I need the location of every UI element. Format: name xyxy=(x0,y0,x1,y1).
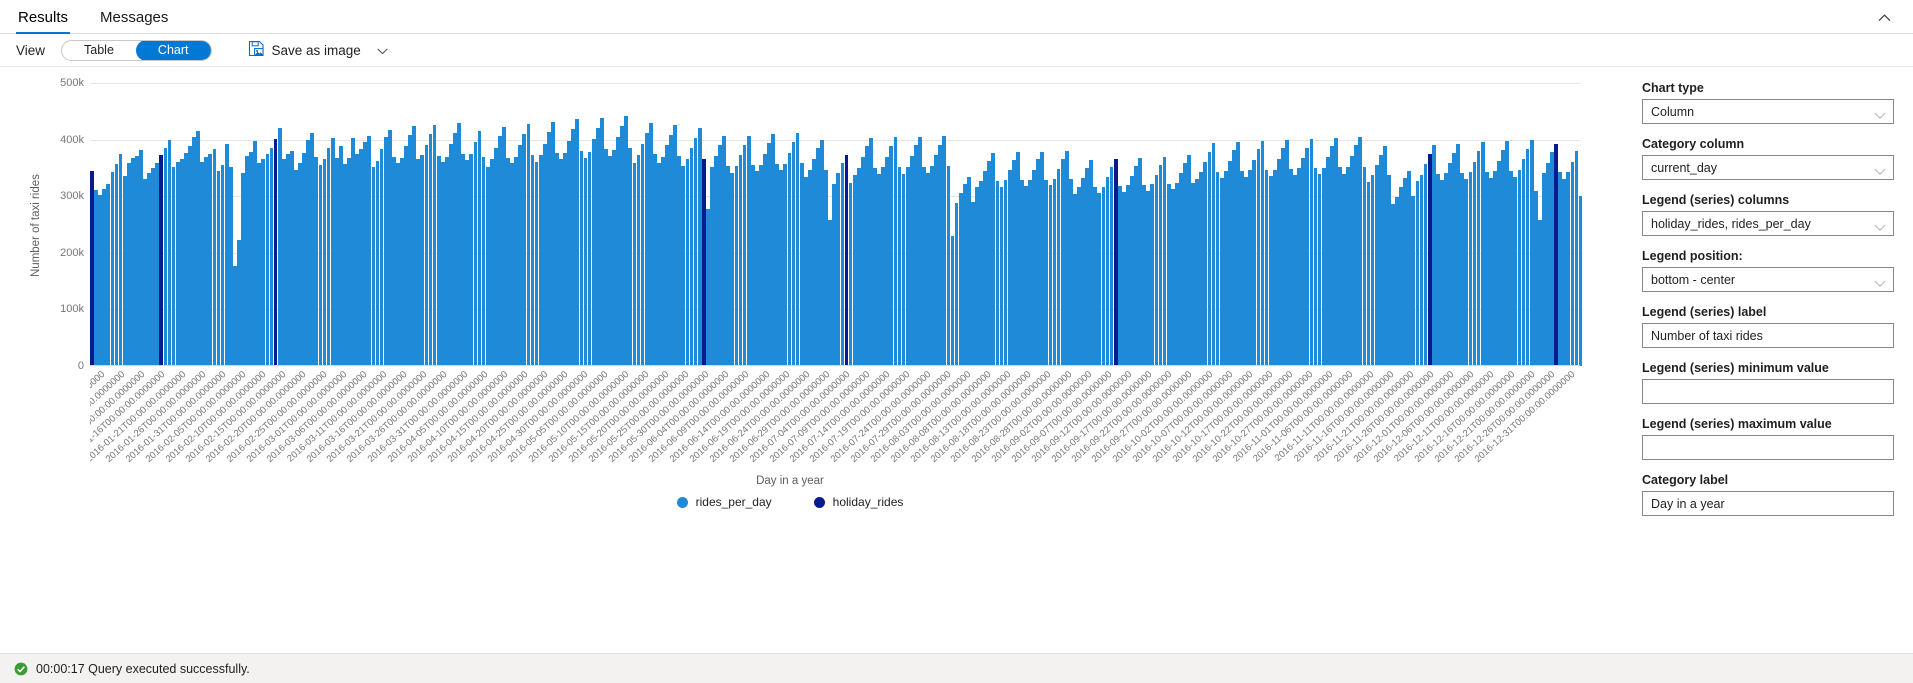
save-as-image-button[interactable]: Save as image xyxy=(248,40,388,60)
y-axis-tick-label: 500k xyxy=(38,77,84,89)
chevron-up-icon[interactable] xyxy=(1869,6,1899,30)
setting-value: Day in a year xyxy=(1643,497,1887,511)
save-image-icon xyxy=(248,40,265,60)
chart-legend: rides_per_day holiday_rides xyxy=(0,495,1580,509)
results-tabstrip: Results Messages xyxy=(0,0,1913,34)
select-legend-series-columns[interactable]: holiday_rides, rides_per_day xyxy=(1642,211,1894,236)
setting-field: Category label Day in a year xyxy=(1642,473,1891,516)
setting-field: Legend (series) columns holiday_rides, ri… xyxy=(1642,193,1891,236)
setting-value: Number of taxi rides xyxy=(1643,329,1887,343)
status-bar: 00:00:17 Query executed successfully. xyxy=(0,653,1913,683)
legend-color-swatch xyxy=(677,497,688,508)
chevron-down-icon[interactable] xyxy=(1874,275,1886,293)
y-axis-tick-label: 300k xyxy=(38,190,84,202)
tab-messages[interactable]: Messages xyxy=(86,10,182,33)
chart-toolbar: View Table Chart Save as image xyxy=(0,34,1913,67)
chart-settings-panel: Chart type Column Category column current_d… xyxy=(1620,67,1913,617)
setting-field: Chart type Column xyxy=(1642,81,1891,124)
query-results-panel: Results Messages View Table Chart xyxy=(0,0,1913,683)
setting-label: Legend (series) columns xyxy=(1642,193,1891,207)
view-toggle-group: Table Chart xyxy=(61,40,211,61)
bar-series xyxy=(90,83,1580,366)
setting-label: Legend position: xyxy=(1642,249,1891,263)
tab-messages-label: Messages xyxy=(100,9,168,26)
input-legend-series-minimum-value[interactable] xyxy=(1642,379,1894,404)
setting-value: bottom - center xyxy=(1643,273,1869,287)
select-category-column[interactable]: current_day xyxy=(1642,155,1894,180)
setting-value: holiday_rides, rides_per_day xyxy=(1643,217,1869,231)
y-axis-tick-label: 0 xyxy=(38,360,84,372)
chevron-down-icon[interactable] xyxy=(1874,163,1886,181)
save-as-image-label: Save as image xyxy=(272,43,361,58)
setting-field: Legend (series) label Number of taxi ride… xyxy=(1642,305,1891,348)
chart-area: Number of taxi rides 0100k200k300k400k50… xyxy=(0,67,1600,617)
y-axis-tick-label: 100k xyxy=(38,303,84,315)
chevron-down-icon[interactable] xyxy=(1874,107,1886,125)
chevron-down-icon[interactable] xyxy=(377,43,388,58)
select-chart-type[interactable]: Column xyxy=(1642,99,1894,124)
tab-results-label: Results xyxy=(18,9,68,26)
input-legend-series-label[interactable]: Number of taxi rides xyxy=(1642,323,1894,348)
status-message: 00:00:17 Query executed successfully. xyxy=(36,662,250,676)
view-label: View xyxy=(16,43,45,58)
y-axis-tick-label: 400k xyxy=(38,134,84,146)
setting-label: Legend (series) maximum value xyxy=(1642,417,1891,431)
x-axis-ticks: 2016-01-01T00:00:00.00000002016-01-06T00… xyxy=(90,369,1580,479)
setting-field: Legend position: bottom - center xyxy=(1642,249,1891,292)
legend-label: holiday_rides xyxy=(833,495,904,509)
setting-label: Legend (series) label xyxy=(1642,305,1891,319)
y-axis-tick-label: 200k xyxy=(38,247,84,259)
setting-label: Category label xyxy=(1642,473,1891,487)
legend-label: rides_per_day xyxy=(696,495,772,509)
setting-field: Legend (series) minimum value xyxy=(1642,361,1891,404)
x-axis-title: Day in a year xyxy=(0,475,1580,487)
setting-label: Legend (series) minimum value xyxy=(1642,361,1891,375)
setting-label: Category column xyxy=(1642,137,1891,151)
setting-value: current_day xyxy=(1643,161,1869,175)
bar-rides-per-day xyxy=(1579,196,1583,366)
setting-label: Chart type xyxy=(1642,81,1891,95)
setting-value: Column xyxy=(1643,105,1869,119)
view-toggle-table[interactable]: Table xyxy=(62,40,136,61)
success-check-icon xyxy=(14,662,28,676)
setting-field: Legend (series) maximum value xyxy=(1642,417,1891,460)
tab-results[interactable]: Results xyxy=(4,10,82,33)
y-axis-ticks: 0 100k 200k 300k 400k 500k xyxy=(38,67,84,617)
legend-item-rides-per-day[interactable]: rides_per_day xyxy=(677,495,772,509)
select-legend-position[interactable]: bottom - center xyxy=(1642,267,1894,292)
setting-field: Category column current_day xyxy=(1642,137,1891,180)
input-legend-series-maximum-value[interactable] xyxy=(1642,435,1894,460)
plot-region xyxy=(90,83,1580,366)
x-axis-line xyxy=(90,365,1580,366)
chevron-down-icon[interactable] xyxy=(1874,219,1886,237)
legend-item-holiday-rides[interactable]: holiday_rides xyxy=(814,495,904,509)
input-category-label[interactable]: Day in a year xyxy=(1642,491,1894,516)
view-toggle-chart[interactable]: Chart xyxy=(136,40,211,61)
legend-color-swatch xyxy=(814,497,825,508)
